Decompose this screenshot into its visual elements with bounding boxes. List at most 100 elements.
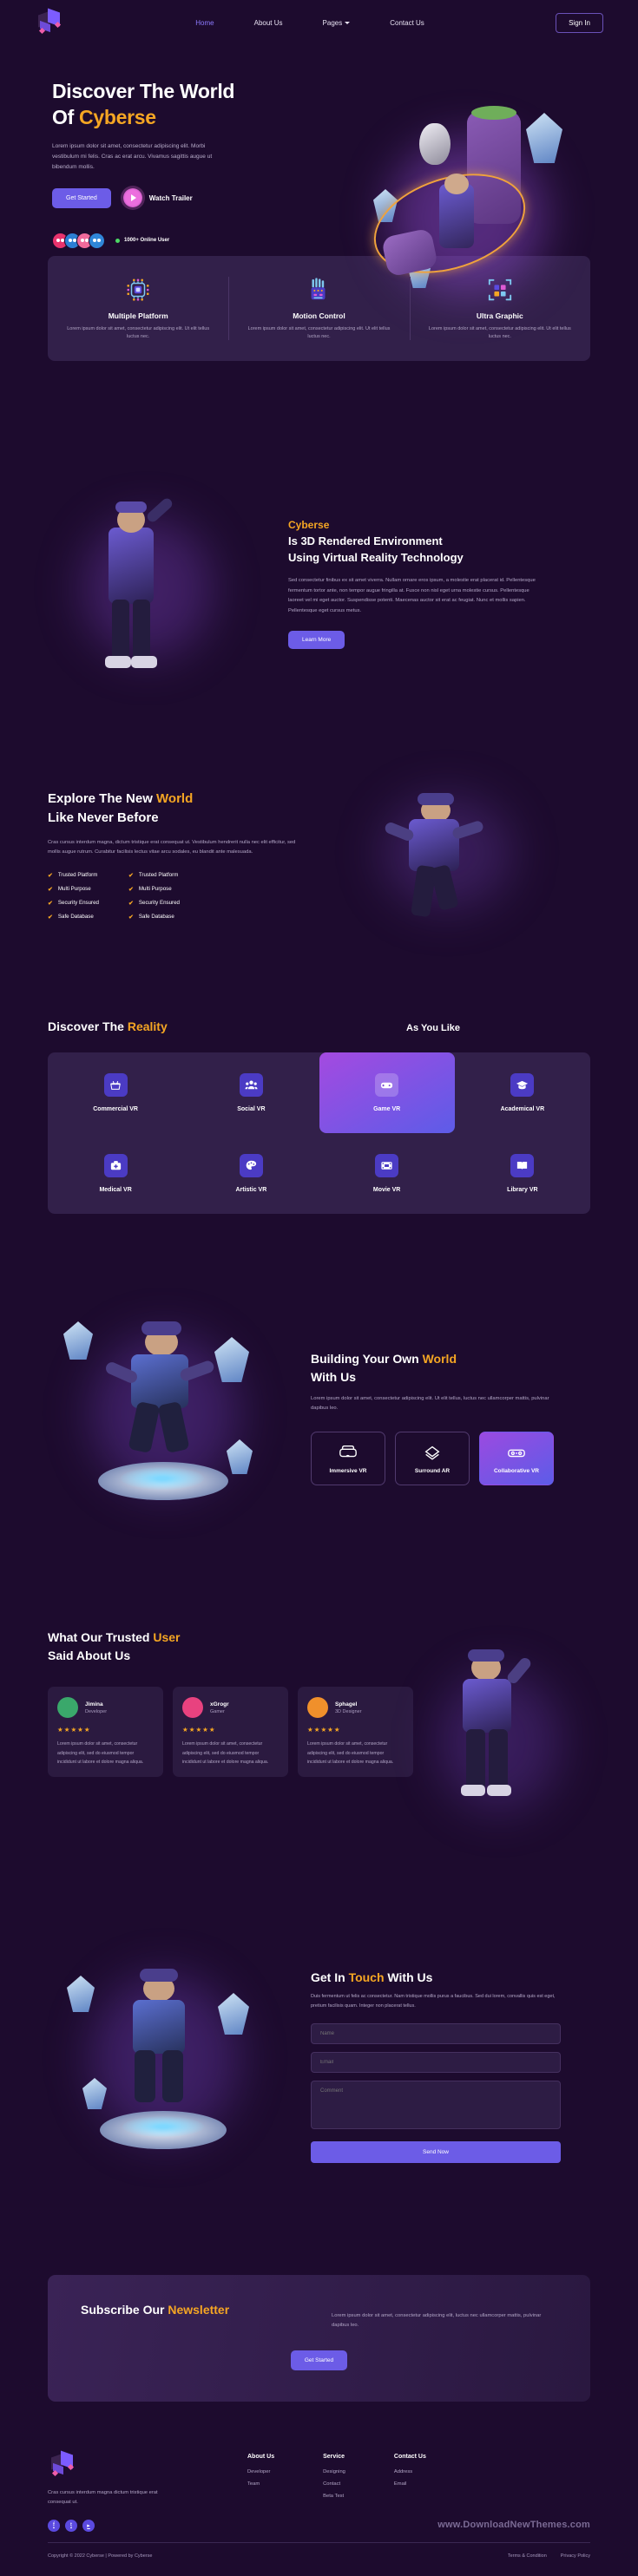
vr-tile-movie[interactable]: Movie VR bbox=[319, 1133, 455, 1214]
check-icon: ✔ bbox=[48, 900, 53, 907]
avatar bbox=[307, 1697, 328, 1719]
footer-link[interactable]: Developer bbox=[247, 2469, 274, 2474]
testimonial-text: Lorem ipsum dolor sit amet, consectetur … bbox=[57, 1741, 144, 1765]
online-users-row: 1000+ Online User bbox=[52, 232, 308, 249]
feature-description: Lorem ipsum dolor sit amet, consectetur … bbox=[428, 325, 571, 340]
building-card-collaborative-vr[interactable]: Collaborative VR bbox=[479, 1431, 554, 1485]
feature-card-motion-control[interactable]: Motion Control Lorem ipsum dolor sit ame… bbox=[228, 275, 409, 342]
footer-column-title: Service bbox=[323, 2453, 345, 2460]
footer-tagline: Cras cursus interdum magna dictum tristi… bbox=[48, 2489, 158, 2505]
footer-brand: Cras cursus interdum magna dictum tristi… bbox=[48, 2450, 247, 2532]
feature-title: Motion Control bbox=[293, 311, 345, 320]
get-started-button[interactable]: Get Started bbox=[52, 187, 111, 208]
ultra-graphic-icon bbox=[425, 275, 575, 305]
section-title: Get In Touch With Us bbox=[311, 1970, 590, 1984]
motion-hand-icon bbox=[244, 275, 393, 305]
list-item: ✔ Security Ensured bbox=[128, 900, 180, 907]
footer-link[interactable]: Contact bbox=[323, 2481, 345, 2487]
nav-item-about-us[interactable]: About Us bbox=[254, 19, 283, 27]
building-world-section: Building Your Own World With Us Lorem ip… bbox=[48, 1231, 590, 1578]
book-icon bbox=[510, 1154, 535, 1178]
vr-tile-academical[interactable]: Academical VR bbox=[455, 1052, 590, 1133]
sign-in-button[interactable]: Sign In bbox=[556, 12, 603, 33]
comment-field[interactable] bbox=[311, 2081, 561, 2130]
chevron-down-icon bbox=[345, 21, 351, 24]
feature-card-multiple-platform[interactable]: Multiple Platform Lorem ipsum dolor sit … bbox=[48, 275, 228, 342]
explore-text-column: Explore The New World Like Never Before … bbox=[48, 790, 334, 921]
contact-text-column: Get In Touch With Us Duis fermentum ut f… bbox=[295, 1970, 590, 2164]
terms-link[interactable]: Terms & Condition bbox=[508, 2553, 547, 2559]
email-field[interactable] bbox=[311, 2052, 561, 2074]
youtube-icon[interactable]: ▸ bbox=[82, 2519, 95, 2532]
facebook-icon[interactable]: f bbox=[48, 2519, 60, 2532]
rendered-environment-section: Cyberse Is 3D Rendered Environment Using… bbox=[48, 422, 590, 727]
vr-tile-game[interactable]: Game VR bbox=[319, 1052, 455, 1134]
twitter-icon[interactable]: t bbox=[65, 2519, 77, 2532]
building-option-cards: Immersive VR Surround AR Collaborative V… bbox=[311, 1431, 590, 1485]
contact-form: Send Now bbox=[311, 2023, 561, 2164]
nav-item-home[interactable]: Home bbox=[195, 19, 214, 27]
feature-card-ultra-graphic[interactable]: Ultra Graphic Lorem ipsum dolor sit amet… bbox=[409, 275, 590, 342]
section-title: Discover The Reality bbox=[48, 1019, 168, 1033]
vr-tile-label: Social VR bbox=[237, 1106, 266, 1113]
check-icon: ✔ bbox=[128, 872, 134, 879]
rendered-paragraph: Sed consectetur finibus ex sit amet vive… bbox=[288, 578, 536, 613]
building-text-column: Building Your Own World With Us Lorem ip… bbox=[295, 1350, 590, 1485]
watch-trailer-label: Watch Trailer bbox=[148, 193, 193, 202]
rendered-title-line1: Is 3D Rendered Environment bbox=[288, 534, 443, 548]
footer-column-about-us: About Us Developer Team bbox=[247, 2454, 274, 2532]
name-field[interactable] bbox=[311, 2023, 561, 2045]
feature-title: Ultra Graphic bbox=[476, 311, 523, 320]
send-now-button[interactable]: Send Now bbox=[311, 2141, 561, 2164]
newsletter-get-started-button[interactable]: Get Started bbox=[290, 2350, 348, 2370]
testimonials-title-line2: Said About Us bbox=[48, 1648, 131, 1662]
reality-heading-row: Discover The Reality As You Like bbox=[48, 1019, 590, 1033]
newsletter-title-accent: Newsletter bbox=[168, 2303, 230, 2317]
cube-logo-icon[interactable] bbox=[35, 8, 64, 36]
check-icon: ✔ bbox=[48, 872, 53, 879]
privacy-link[interactable]: Privacy Policy bbox=[561, 2553, 590, 2559]
nav-item-pages[interactable]: Pages bbox=[323, 19, 351, 27]
vr-tile-social[interactable]: Social VR bbox=[183, 1052, 319, 1133]
footer-link[interactable]: Address bbox=[394, 2469, 426, 2474]
testimonial-header: xGrogr Gamer bbox=[182, 1697, 279, 1719]
newsletter-title: Subscribe Our Newsletter bbox=[81, 2303, 229, 2317]
vr-tile-artistic[interactable]: Artistic VR bbox=[183, 1133, 319, 1214]
vr-tile-medical[interactable]: Medical VR bbox=[48, 1133, 183, 1214]
watch-trailer-button[interactable]: Watch Trailer bbox=[122, 188, 193, 208]
vr-tile-library[interactable]: Library VR bbox=[455, 1133, 590, 1214]
list-item: ✔ Security Ensured bbox=[48, 900, 99, 907]
page-title: Discover The World Of Cyberse bbox=[52, 78, 308, 131]
testimonials-text-column: What Our Trusted User Said About Us Jimi… bbox=[48, 1629, 421, 1854]
page-root: Home About Us Pages Contact Us Sign In D… bbox=[0, 0, 638, 2576]
newsletter-title-prefix: Subscribe Our bbox=[81, 2303, 168, 2317]
footer-link[interactable]: Beta Test bbox=[323, 2494, 345, 2499]
vr-tile-commercial[interactable]: Commercial VR bbox=[48, 1052, 183, 1133]
building-card-immersive-vr[interactable]: Immersive VR bbox=[311, 1431, 385, 1485]
check-icon: ✔ bbox=[128, 900, 134, 907]
footer-column-title: Contact Us bbox=[393, 2453, 426, 2460]
site-header: Home About Us Pages Contact Us Sign In bbox=[0, 0, 638, 45]
building-title-prefix: Building Your Own bbox=[311, 1352, 423, 1367]
footer-link[interactable]: Designing bbox=[323, 2469, 345, 2474]
testimonial-card-row: Jimina Developer ★★★★★ Lorem ipsum dolor… bbox=[48, 1687, 421, 1777]
footer-link[interactable]: Email bbox=[394, 2481, 426, 2487]
footer-link[interactable]: Team bbox=[247, 2481, 274, 2487]
cube-logo-icon[interactable] bbox=[48, 2450, 77, 2478]
check-icon: ✔ bbox=[48, 914, 53, 921]
palette-icon bbox=[239, 1154, 263, 1178]
contact-title-prefix: Get In bbox=[311, 1970, 349, 1984]
contact-title-accent: Touch bbox=[348, 1970, 385, 1984]
building-card-surround-ar[interactable]: Surround AR bbox=[395, 1431, 470, 1485]
learn-more-button[interactable]: Learn More bbox=[288, 630, 345, 649]
main-navigation: Home About Us Pages Contact Us bbox=[64, 19, 556, 27]
testimonial-text: Lorem ipsum dolor sit amet, consectetur … bbox=[307, 1741, 394, 1765]
testimonial-text: Lorem ipsum dolor sit amet, consectetur … bbox=[182, 1741, 269, 1765]
nav-item-contact-us[interactable]: Contact Us bbox=[390, 19, 424, 27]
checklist-left: ✔ Trusted Platform ✔ Multi Purpose ✔ Securi… bbox=[48, 872, 99, 921]
hero-cta-row: Get Started Watch Trailer bbox=[52, 187, 308, 208]
testimonial-name: xGrogr bbox=[210, 1701, 229, 1708]
newsletter-section: Subscribe Our Newsletter Lorem ipsum dol… bbox=[48, 2275, 590, 2402]
film-icon bbox=[375, 1154, 399, 1178]
feature-description: Lorem ipsum dolor sit amet, consectetur … bbox=[67, 325, 210, 340]
